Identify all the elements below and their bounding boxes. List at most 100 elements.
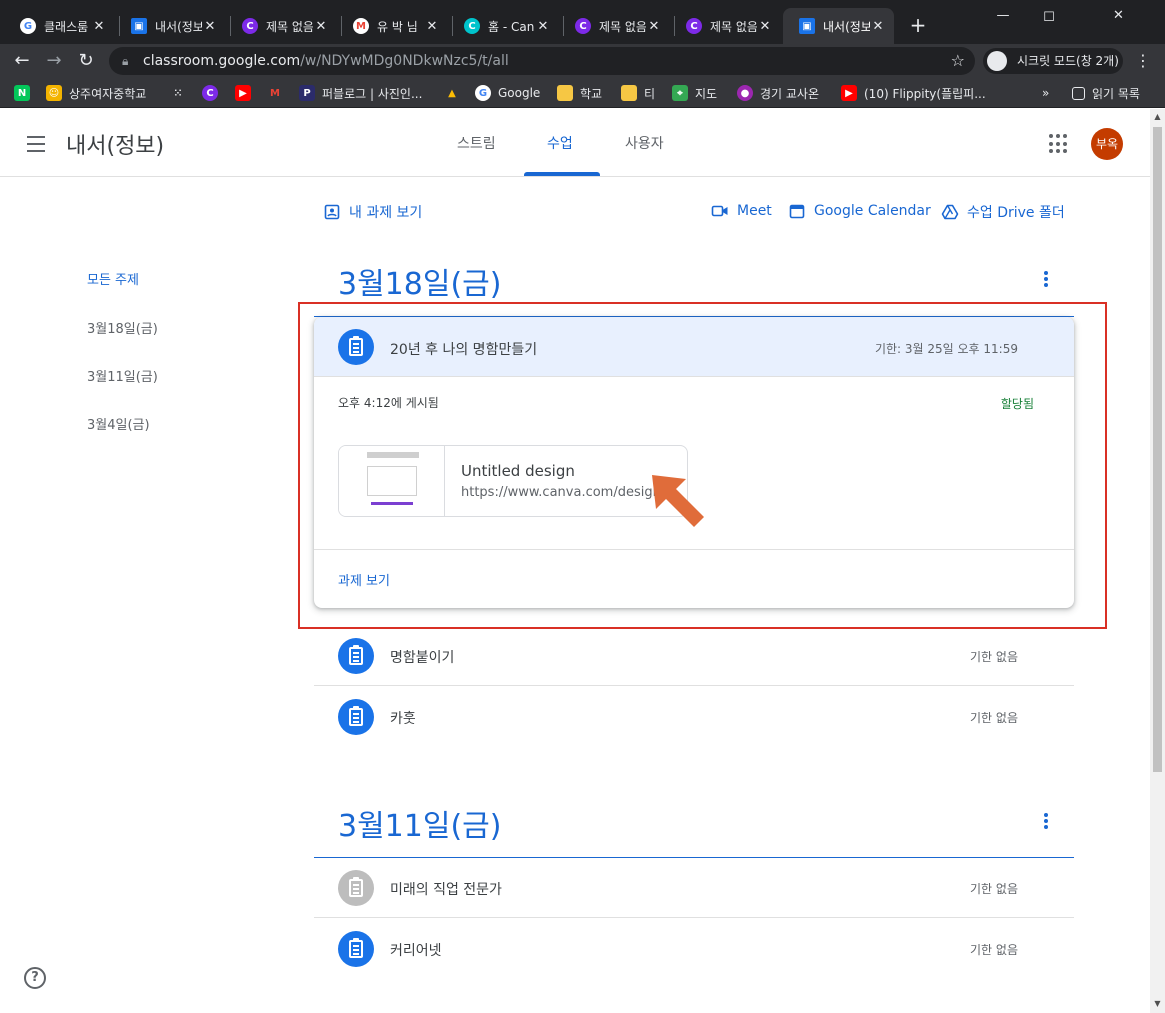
bookmark-star-icon[interactable]: ☆	[951, 47, 965, 75]
browser-tab[interactable]: C 홈 - Can ✕	[448, 8, 559, 44]
forward-icon[interactable]: →	[41, 48, 67, 74]
incognito-icon	[987, 51, 1007, 71]
tab-title: 클래스룸	[44, 19, 89, 34]
school-icon: ☺	[46, 85, 62, 101]
scroll-down-icon[interactable]: ▼	[1153, 999, 1162, 1009]
bookmark-folder-school[interactable]: 학교	[557, 83, 602, 103]
google-apps-icon[interactable]	[1049, 134, 1069, 154]
menu-icon[interactable]	[24, 131, 48, 155]
more-bookmarks[interactable]: »	[1042, 83, 1049, 103]
card-divider	[314, 549, 1074, 550]
browser-tab[interactable]: ▣ 내서(정보 ✕	[115, 8, 226, 44]
class-title[interactable]: 내서(정보)	[66, 128, 164, 160]
assignment-title: 카훗	[390, 711, 416, 727]
back-icon[interactable]: ←	[9, 48, 35, 74]
bookmark-label: Google	[498, 86, 541, 100]
assignment-icon	[338, 638, 374, 674]
bookmark-gyeonggi[interactable]: ● 경기 교사온	[737, 83, 819, 103]
bookmark-ads[interactable]: ▲	[444, 83, 467, 103]
bookmark-school[interactable]: ☺ 상주여자중학교	[46, 83, 146, 103]
close-icon[interactable]: ✕	[535, 19, 551, 34]
new-tab-button[interactable]: +	[906, 14, 930, 38]
meet-link[interactable]: Meet	[711, 202, 772, 220]
browser-tab[interactable]: M 유 박 님 ✕	[337, 8, 448, 44]
canva-icon: C	[464, 18, 480, 34]
attachment-url: https://www.canva.com/design	[461, 485, 661, 500]
tab-title: 제목 없음	[599, 19, 646, 34]
assignment-icon	[338, 931, 374, 967]
assignment-row[interactable]: 카훗 기한 없음	[314, 687, 1074, 747]
my-work-icon	[324, 204, 340, 220]
tab-title: 홈 - Can	[488, 19, 535, 34]
browser-tab[interactable]: C 제목 없음 ✕	[559, 8, 670, 44]
bookmark-flippity[interactable]: ▶ (10) Flippity(플립피...	[841, 83, 986, 103]
browser-menu-icon[interactable]: ⋮	[1133, 48, 1153, 74]
bookmark-maps[interactable]: ⌖ 지도	[672, 83, 717, 103]
browser-tab[interactable]: C 제목 없음 ✕	[226, 8, 337, 44]
browser-tab-active[interactable]: ▣ 내서(정보 ✕	[783, 8, 894, 44]
assignment-row[interactable]: 미래의 직업 전문가 기한 없음	[314, 858, 1074, 918]
avatar[interactable]: 부옥	[1091, 128, 1123, 160]
close-icon[interactable]: ✕	[313, 19, 329, 34]
meet-label: Meet	[737, 203, 772, 219]
address-bar[interactable]: 🔒︎ classroom.google.com/w/NDYwMDg0NDkwNz…	[109, 47, 975, 75]
assignment-due: 기한 없음	[970, 943, 1018, 957]
close-icon[interactable]: ✕	[757, 19, 773, 34]
maps-icon: ⌖	[672, 85, 688, 101]
calendar-link[interactable]: Google Calendar	[788, 202, 931, 220]
close-icon[interactable]: ✕	[646, 19, 662, 34]
my-work-label: 내 과제 보기	[349, 205, 423, 221]
lock-icon: 🔒︎	[122, 54, 129, 68]
topic-item[interactable]: 3월4일(금)	[87, 414, 150, 433]
expanded-assignment-card[interactable]: 20년 후 나의 명함만들기 기한: 3월 25일 오후 11:59 오후 4:…	[314, 317, 1074, 608]
bookmark-naver[interactable]: N	[14, 83, 37, 103]
canva-icon: C	[202, 85, 218, 101]
close-icon[interactable]: ✕	[91, 19, 107, 34]
bookmark-gmail[interactable]: M	[267, 83, 290, 103]
topic-item[interactable]: 3월11일(금)	[87, 366, 158, 385]
assignment-row[interactable]: 명함붙이기 기한 없음	[314, 626, 1074, 686]
drive-folder-link[interactable]: 수업 Drive 폴더	[941, 202, 1065, 222]
page-scrollbar[interactable]: ▲ ▼	[1150, 109, 1165, 1013]
bookmark-folder-ti[interactable]: 티	[621, 83, 655, 103]
tab-people[interactable]: 사용자	[625, 133, 664, 153]
attachment-card[interactable]: Untitled design https://www.canva.com/de…	[338, 445, 688, 517]
gmail-icon: M	[353, 18, 369, 34]
more-bookmarks-label: »	[1042, 86, 1050, 100]
close-icon[interactable]: ✕	[870, 19, 886, 34]
maximize-icon[interactable]: ☐	[1026, 6, 1072, 30]
tab-classwork[interactable]: 수업	[547, 133, 573, 153]
window-close-icon[interactable]: ✕	[1072, 4, 1165, 28]
close-icon[interactable]: ✕	[202, 19, 218, 34]
reading-list[interactable]: 읽기 목록	[1072, 83, 1140, 103]
bookmark-youtube[interactable]: ▶	[235, 83, 258, 103]
minimize-icon[interactable]: —	[980, 4, 1026, 28]
topic-item[interactable]: 3월18일(금)	[87, 318, 158, 337]
bookmark-dots[interactable]: ⁙	[170, 83, 193, 103]
reload-icon[interactable]: ↻	[73, 48, 99, 74]
assignment-header[interactable]: 20년 후 나의 명함만들기 기한: 3월 25일 오후 11:59	[314, 317, 1074, 377]
incognito-badge[interactable]: 시크릿 모드(창 2개)	[983, 48, 1123, 74]
assignment-row[interactable]: 커리어넷 기한 없음	[314, 919, 1074, 979]
browser-tab[interactable]: G 클래스룸 ✕	[4, 8, 115, 44]
help-icon[interactable]: ?	[24, 967, 46, 989]
my-work-link[interactable]: 내 과제 보기	[323, 202, 422, 222]
topic-all[interactable]: 모든 주제	[87, 269, 139, 288]
bookmarks-bar: N ☺ 상주여자중학교 ⁙ C ▶ M P 퍼블로그 | 사진인... ▲ G Goo…	[0, 78, 1165, 108]
scrollbar-thumb[interactable]	[1153, 127, 1162, 772]
view-assignment-link[interactable]: 과제 보기	[338, 570, 390, 589]
scroll-up-icon[interactable]: ▲	[1153, 112, 1162, 122]
bookmark-google[interactable]: G Google	[475, 83, 540, 103]
browser-tab[interactable]: C 제목 없음 ✕	[670, 8, 781, 44]
more-vert-icon[interactable]	[1034, 811, 1058, 835]
globe-icon: ●	[737, 85, 753, 101]
assignment-due: 기한: 3월 25일 오후 11:59	[874, 342, 1018, 356]
tab-stream[interactable]: 스트림	[457, 133, 496, 153]
bookmark-canva[interactable]: C	[202, 83, 225, 103]
bookmark-label: (10) Flippity(플립피...	[864, 86, 986, 101]
app-header: 내서(정보) 스트림 수업 사용자 부옥	[0, 109, 1150, 177]
close-icon[interactable]: ✕	[424, 19, 440, 34]
more-vert-icon[interactable]	[1034, 269, 1058, 293]
bookmark-publog[interactable]: P 퍼블로그 | 사진인...	[299, 83, 422, 103]
canva-icon: C	[575, 18, 591, 34]
